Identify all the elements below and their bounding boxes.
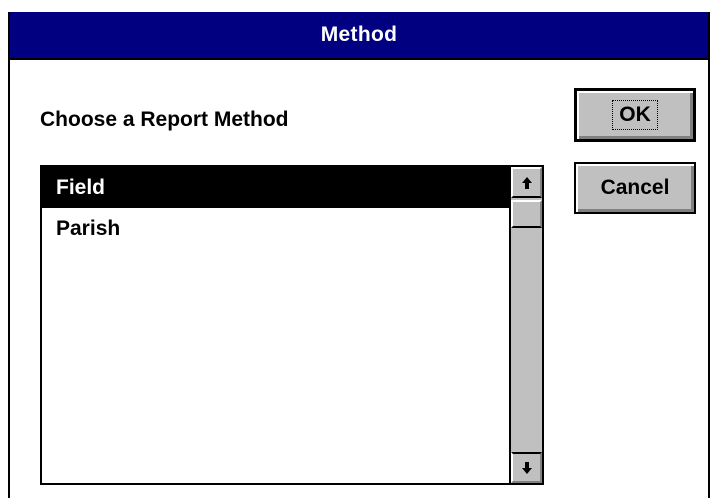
list-items: Field Parish — [42, 167, 509, 483]
scroll-down-button[interactable] — [511, 452, 542, 483]
scroll-up-button[interactable] — [511, 167, 542, 198]
ok-button[interactable]: OK — [574, 88, 696, 142]
arrow-down-icon — [521, 461, 532, 474]
prompt-label: Choose a Report Method — [40, 108, 289, 131]
list-item-field[interactable]: Field — [42, 167, 509, 208]
arrow-up-icon — [521, 176, 532, 189]
ok-button-label: OK — [612, 100, 658, 130]
list-item-parish[interactable]: Parish — [42, 208, 509, 249]
vertical-scrollbar[interactable] — [509, 167, 542, 483]
report-method-listbox[interactable]: Field Parish — [40, 165, 544, 485]
scroll-thumb[interactable] — [511, 200, 542, 228]
window-title: Method — [320, 23, 398, 46]
cancel-button-label: Cancel — [600, 176, 670, 199]
cancel-button[interactable]: Cancel — [574, 162, 696, 214]
title-bar[interactable]: Method — [10, 12, 708, 60]
method-dialog: Method Choose a Report Method Field Pari… — [8, 12, 710, 498]
